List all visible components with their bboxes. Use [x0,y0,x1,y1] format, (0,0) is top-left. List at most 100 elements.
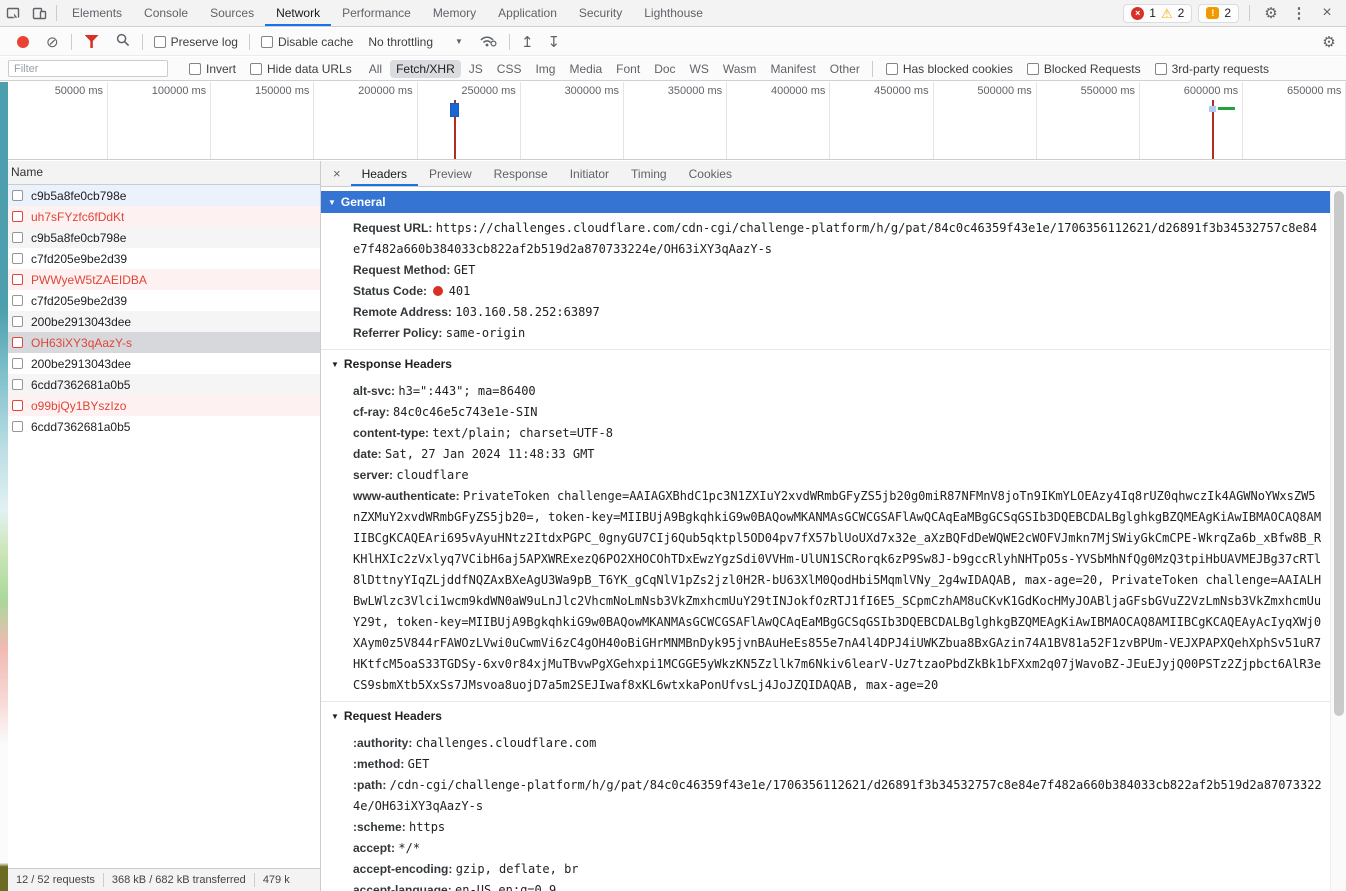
filter-funnel-icon[interactable] [85,35,99,48]
header-line: cf-ray: 84c0c46e5c743e1e-SIN [331,402,1322,423]
filter-chip-manifest[interactable]: Manifest [764,60,821,78]
timeline-tick-label: 100000 ms [128,85,206,97]
table-row[interactable]: 6cdd7362681a0b5 [8,374,320,395]
filter-chip-media[interactable]: Media [563,60,608,78]
response-headers-section-header[interactable]: ▼ Response Headers [321,349,1330,376]
row-checkbox[interactable] [12,211,23,222]
table-row[interactable]: o99bjQy1BYszIzo [8,395,320,416]
filter-chip-font[interactable]: Font [610,60,646,78]
request-name: c7fd205e9be2d39 [31,294,127,308]
row-checkbox[interactable] [12,190,23,201]
general-section-header[interactable]: ▼ General [321,191,1330,213]
header-value: 401 [449,284,471,298]
row-checkbox[interactable] [12,274,23,285]
details-tab-initiator[interactable]: Initiator [559,161,620,186]
invert-checkbox[interactable]: Invert [189,62,236,76]
network-settings-gear-icon[interactable]: ⚙ [1318,31,1340,53]
filter-chip-doc[interactable]: Doc [648,60,681,78]
tab-console[interactable]: Console [133,0,199,26]
network-conditions-icon[interactable] [479,33,497,50]
export-har-icon[interactable]: ↧ [548,33,561,51]
filter-chip-css[interactable]: CSS [491,60,528,78]
table-row[interactable]: c9b5a8fe0cb798e [8,227,320,248]
record-network-log-button[interactable] [17,36,29,48]
table-row[interactable]: c9b5a8fe0cb798e [8,185,320,206]
header-key: Referrer Policy: [353,326,442,340]
row-checkbox[interactable] [12,295,23,306]
settings-gear-icon[interactable]: ⚙ [1260,2,1282,24]
filter-chip-wasm[interactable]: Wasm [717,60,763,78]
details-tab-timing[interactable]: Timing [620,161,678,186]
details-tab-response[interactable]: Response [483,161,559,186]
row-checkbox[interactable] [12,232,23,243]
table-row[interactable]: 6cdd7362681a0b5 [8,416,320,437]
filter-chip-js[interactable]: JS [463,60,489,78]
tab-performance[interactable]: Performance [331,0,422,26]
clear-network-log-icon[interactable]: ⊘ [46,33,59,51]
triangle-down-icon: ▼ [331,712,339,721]
import-har-icon[interactable]: ↥ [521,33,534,51]
name-column-header[interactable]: Name [8,161,320,185]
timeline-gridline [1036,82,1037,159]
request-list: c9b5a8fe0cb798euh7sFYzfc6fDdKtc9b5a8fe0c… [8,185,320,868]
errors-warnings-badge[interactable]: × 1 ⚠ 2 [1123,4,1192,23]
hide-data-urls-checkbox[interactable]: Hide data URLs [250,62,352,76]
table-row[interactable]: PWWyeW5tZAEIDBA [8,269,320,290]
request-headers-section-header[interactable]: ▼ Request Headers [321,701,1330,728]
filter-3rd-party-requests-checkbox[interactable]: 3rd-party requests [1155,62,1269,76]
search-icon[interactable] [116,33,130,50]
request-name: 6cdd7362681a0b5 [31,378,130,392]
filter-chip-fetch-xhr[interactable]: Fetch/XHR [390,60,461,78]
row-checkbox[interactable] [12,337,23,348]
filter-chip-img[interactable]: Img [529,60,561,78]
tab-lighthouse[interactable]: Lighthouse [633,0,714,26]
filter-input[interactable] [8,60,168,77]
header-line: :method: GET [331,754,1322,775]
scrollbar-thumb[interactable] [1334,191,1344,716]
header-key: server: [353,468,393,482]
device-toolbar-icon[interactable] [26,0,52,26]
tab-network[interactable]: Network [265,0,331,26]
details-scrollbar[interactable] [1330,188,1346,891]
tab-application[interactable]: Application [487,0,568,26]
inspect-element-icon[interactable] [0,0,26,26]
filter-chip-other[interactable]: Other [824,60,866,78]
timeline-gridline [520,82,521,159]
close-devtools-icon[interactable]: × [1316,2,1338,24]
issues-badge[interactable]: ! 2 [1198,4,1239,23]
tab-elements[interactable]: Elements [61,0,133,26]
tab-memory[interactable]: Memory [422,0,487,26]
tab-security[interactable]: Security [568,0,633,26]
details-tab-headers[interactable]: Headers [351,161,418,186]
table-row[interactable]: 200be2913043dee [8,353,320,374]
table-row[interactable]: OH63iXY3qAazY-s [8,332,320,353]
tab-sources[interactable]: Sources [199,0,265,26]
divider [1249,5,1250,21]
filter-chip-all[interactable]: All [363,60,388,78]
row-checkbox[interactable] [12,253,23,264]
filter-chip-ws[interactable]: WS [684,60,715,78]
more-options-kebab-icon[interactable]: ⋮ [1288,2,1310,24]
table-row[interactable]: 200be2913043dee [8,311,320,332]
row-checkbox[interactable] [12,421,23,432]
table-row[interactable]: c7fd205e9be2d39 [8,290,320,311]
row-checkbox[interactable] [12,400,23,411]
throttling-dropdown[interactable]: No throttling ▼ [368,35,463,49]
table-row[interactable]: uh7sFYzfc6fDdKt [8,206,320,227]
close-details-icon[interactable]: × [321,166,351,181]
header-key: :method: [353,757,404,771]
row-checkbox[interactable] [12,379,23,390]
timeline-request-marker [1209,106,1216,112]
disable-cache-checkbox[interactable]: Disable cache [261,35,353,49]
preserve-log-checkbox[interactable]: Preserve log [154,35,238,49]
network-overview-timeline[interactable]: 50000 ms100000 ms150000 ms200000 ms25000… [0,82,1346,160]
table-row[interactable]: c7fd205e9be2d39 [8,248,320,269]
row-checkbox[interactable] [12,316,23,327]
request-name: c9b5a8fe0cb798e [31,231,126,245]
filter-has-blocked-cookies-checkbox[interactable]: Has blocked cookies [886,62,1013,76]
request-name: 200be2913043dee [31,357,131,371]
details-tab-preview[interactable]: Preview [418,161,483,186]
row-checkbox[interactable] [12,358,23,369]
filter-blocked-requests-checkbox[interactable]: Blocked Requests [1027,62,1141,76]
details-tab-cookies[interactable]: Cookies [678,161,743,186]
